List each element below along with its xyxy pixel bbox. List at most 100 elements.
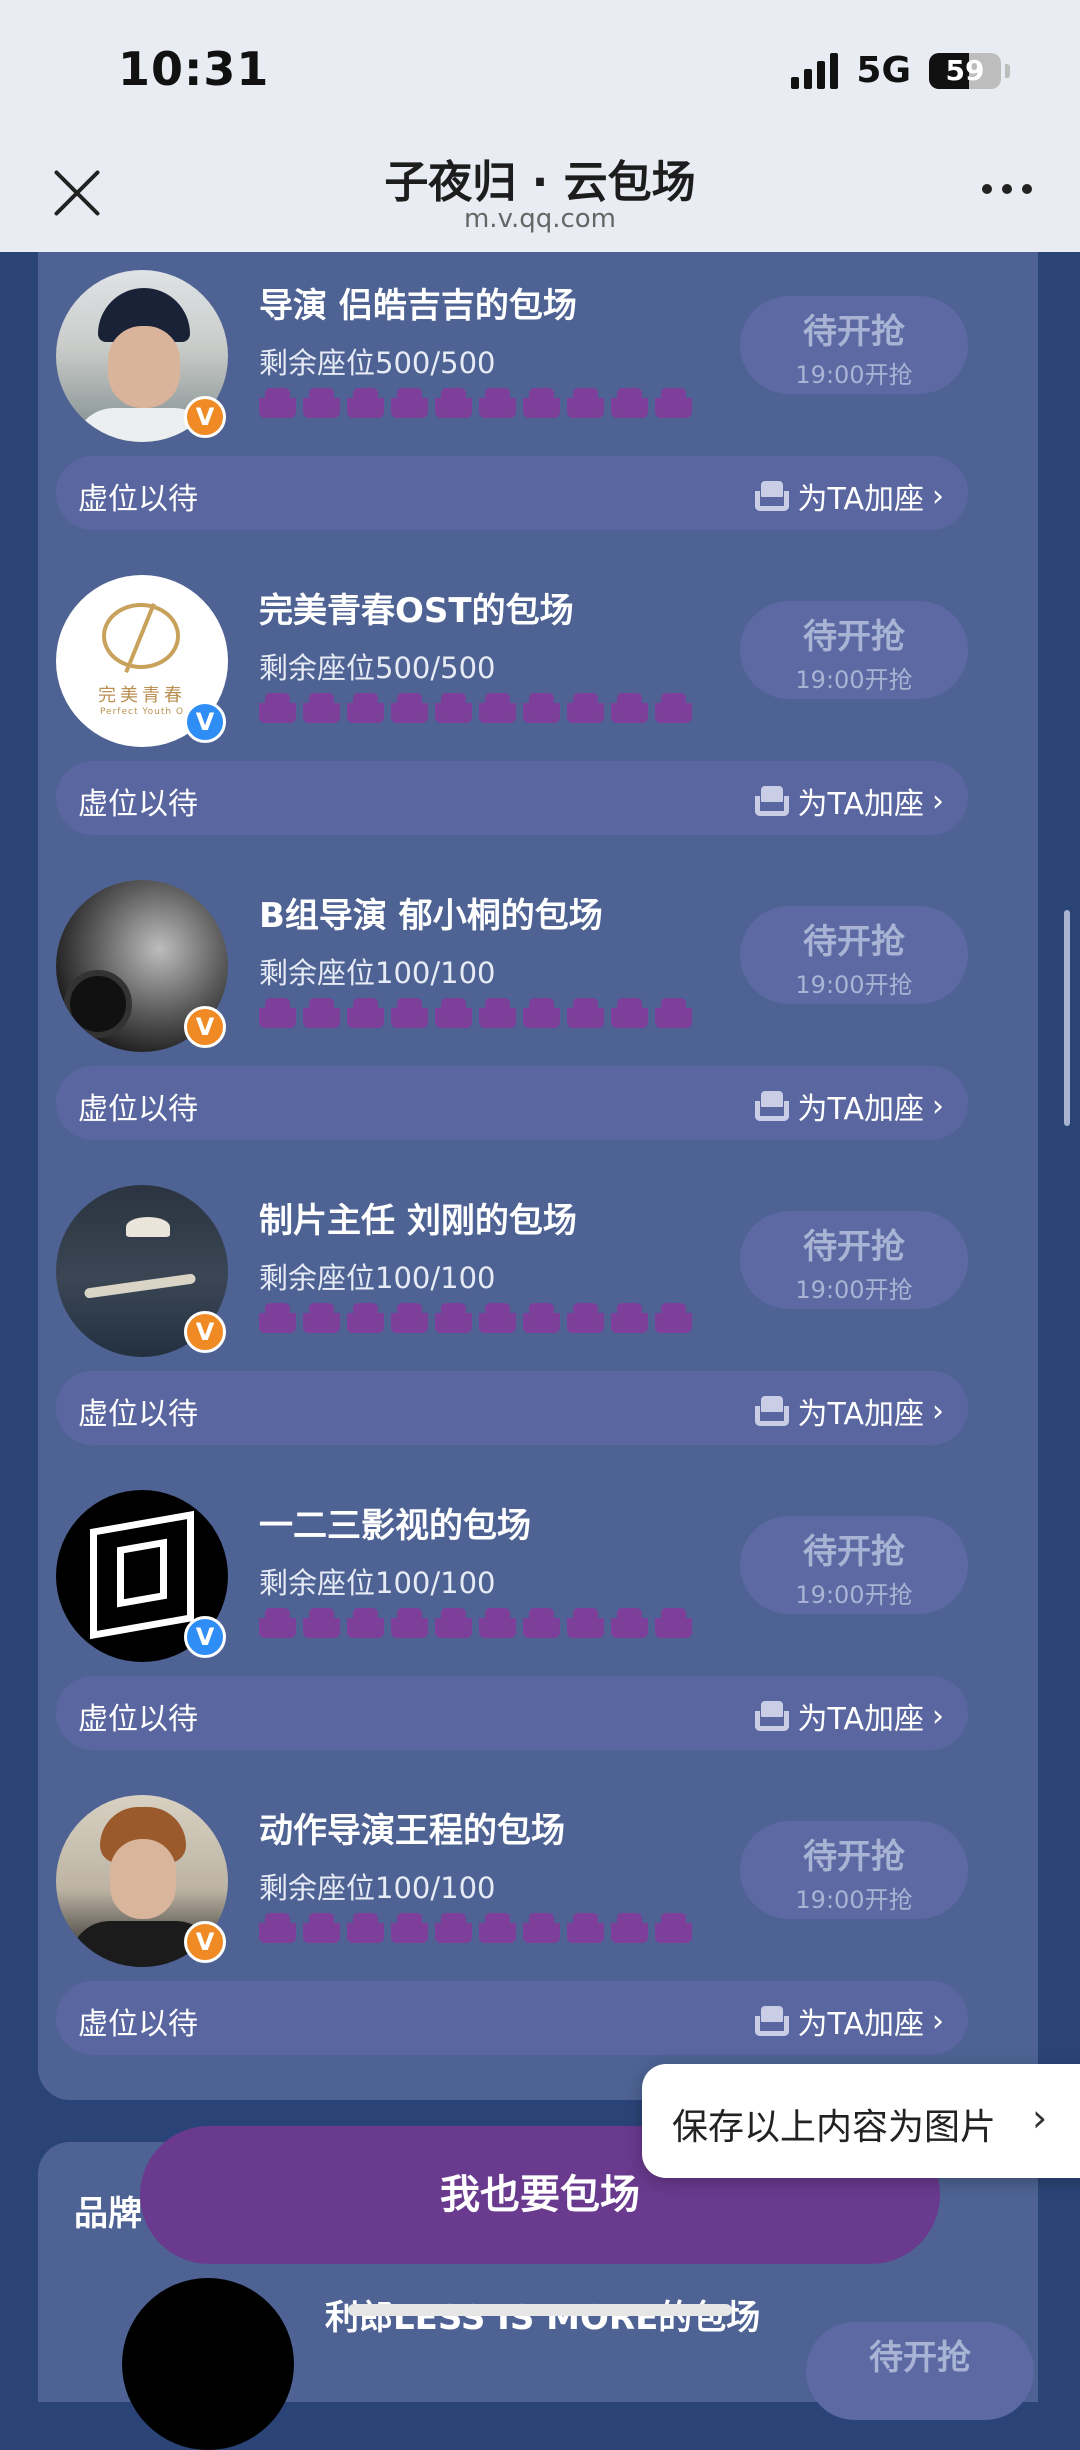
queue-bar: 虚位以待 为TA加座 › (56, 1676, 968, 1750)
signal-icon (791, 52, 839, 89)
add-seat-label: 为TA加座 (797, 1092, 924, 1127)
chevron-right-icon: › (932, 478, 944, 514)
seats-remaining: 剩余座位100/100 (259, 1871, 496, 1905)
grab-button[interactable]: 待开抢 19:00开抢 (740, 1821, 968, 1919)
entry-title: 动作导演王程的包场 (259, 1811, 565, 1851)
grab-button[interactable]: 待开抢 19:00开抢 (740, 906, 968, 1004)
page-url: m.v.qq.com (463, 204, 617, 234)
grab-button-time: 19:00开抢 (795, 1276, 913, 1304)
screening-entry: 完美青春 Perfect Youth O V 完美青春OST的包场 剩余座位50… (56, 575, 968, 880)
seats-remaining: 剩余座位500/500 (259, 651, 496, 685)
entry-title: 完美青春OST的包场 (259, 591, 574, 631)
section-label: 品牌 (74, 2194, 142, 2234)
sofa-icon (755, 1701, 790, 1731)
grab-button-label: 待开抢 (803, 1837, 905, 1877)
queue-text: 虚位以待 (78, 2007, 198, 2042)
seat-icon (435, 691, 472, 725)
seat-icon (391, 1911, 428, 1945)
add-seat-button[interactable]: 为TA加座 › (755, 1389, 944, 1433)
seat-icon (391, 691, 428, 725)
entry-title: 制片主任 刘刚的包场 (259, 1201, 577, 1241)
top-bar: 10:31 5G 59 子夜归 · 云包场 m.v.qq.com (0, 0, 1080, 252)
grab-button[interactable]: 待开抢 19:00开抢 (740, 1211, 968, 1309)
chevron-right-icon: › (932, 1088, 944, 1124)
seat-icon (523, 1606, 560, 1640)
verified-badge-icon: V (184, 1006, 226, 1048)
grab-button-label: 待开抢 (803, 312, 905, 352)
seat-icon (347, 1606, 384, 1640)
add-seat-label: 为TA加座 (797, 2007, 924, 2042)
seat-icon (391, 996, 428, 1030)
add-seat-label: 为TA加座 (797, 1702, 924, 1737)
add-seat-button[interactable]: 为TA加座 › (755, 779, 944, 823)
grab-button-time: 19:00开抢 (795, 666, 913, 694)
battery-level: 59 (945, 54, 985, 87)
chevron-right-icon: › (932, 1393, 944, 1429)
seat-icon (655, 1301, 692, 1335)
seat-icon (347, 1301, 384, 1335)
queue-text: 虚位以待 (78, 1397, 198, 1432)
entry-title: 导演 侣皓吉吉的包场 (259, 286, 577, 326)
home-indicator[interactable] (348, 2304, 732, 2316)
seat-icon (611, 1301, 648, 1335)
queue-bar: 虚位以待 为TA加座 › (56, 761, 968, 835)
add-seat-button[interactable]: 为TA加座 › (755, 1999, 944, 2043)
avatar[interactable] (122, 2278, 294, 2450)
more-icon[interactable] (982, 184, 1032, 194)
verified-badge-icon: V (184, 1616, 226, 1658)
seat-icon (347, 996, 384, 1030)
screening-entry: V 一二三影视的包场 剩余座位100/100 待开抢 19:00开抢 虚位以待 … (56, 1490, 968, 1795)
grab-button-label: 待开抢 (803, 617, 905, 657)
seat-icon (303, 691, 340, 725)
seat-icon (655, 1606, 692, 1640)
seat-icon (523, 1301, 560, 1335)
battery-icon: 59 (929, 52, 1001, 89)
seat-icon (435, 386, 472, 420)
seat-icon (567, 996, 604, 1030)
queue-bar: 虚位以待 为TA加座 › (56, 1981, 968, 2055)
seat-icon (611, 691, 648, 725)
verified-badge-icon: V (184, 1311, 226, 1353)
seat-icon (259, 1301, 296, 1335)
sofa-icon (755, 1091, 790, 1121)
seat-icon (391, 1301, 428, 1335)
seat-icon (567, 691, 604, 725)
screening-entry: V B组导演 郁小桐的包场 剩余座位100/100 待开抢 19:00开抢 虚位… (56, 880, 968, 1185)
status-time: 10:31 (118, 42, 270, 96)
seat-icon (435, 996, 472, 1030)
add-seat-label: 为TA加座 (797, 482, 924, 517)
seats-remaining: 剩余座位100/100 (259, 956, 496, 990)
add-seat-button[interactable]: 为TA加座 › (755, 474, 944, 518)
seat-icon (259, 996, 296, 1030)
screening-entry: V 动作导演王程的包场 剩余座位100/100 待开抢 19:00开抢 虚位以待… (56, 1795, 968, 2100)
seat-icon (479, 1606, 516, 1640)
queue-text: 虚位以待 (78, 787, 198, 822)
grab-button[interactable]: 待开抢 (806, 2322, 1034, 2420)
save-as-image-button[interactable]: 保存以上内容为图片 › (642, 2064, 1080, 2178)
queue-bar: 虚位以待 为TA加座 › (56, 456, 968, 530)
seat-icon (303, 1301, 340, 1335)
seat-icon (523, 1911, 560, 1945)
grab-button[interactable]: 待开抢 19:00开抢 (740, 1516, 968, 1614)
seat-icon (567, 1911, 604, 1945)
entry-title: B组导演 郁小桐的包场 (259, 896, 603, 936)
seat-icon (347, 386, 384, 420)
chevron-right-icon: › (932, 2003, 944, 2039)
seat-icon (655, 1911, 692, 1945)
grab-button-time: 19:00开抢 (795, 1886, 913, 1914)
chevron-right-icon: › (932, 1698, 944, 1734)
scrollbar[interactable] (1064, 910, 1070, 1126)
seat-icon (655, 691, 692, 725)
seat-icon (479, 996, 516, 1030)
grab-button[interactable]: 待开抢 19:00开抢 (740, 601, 968, 699)
grab-button-label: 待开抢 (803, 922, 905, 962)
seat-icon (391, 1606, 428, 1640)
grab-button[interactable]: 待开抢 19:00开抢 (740, 296, 968, 394)
add-seat-button[interactable]: 为TA加座 › (755, 1084, 944, 1128)
seat-icon (303, 1606, 340, 1640)
seat-icons (259, 691, 692, 725)
add-seat-button[interactable]: 为TA加座 › (755, 1694, 944, 1738)
seat-icon (479, 386, 516, 420)
seat-icons (259, 1911, 692, 1945)
seat-icon (347, 691, 384, 725)
